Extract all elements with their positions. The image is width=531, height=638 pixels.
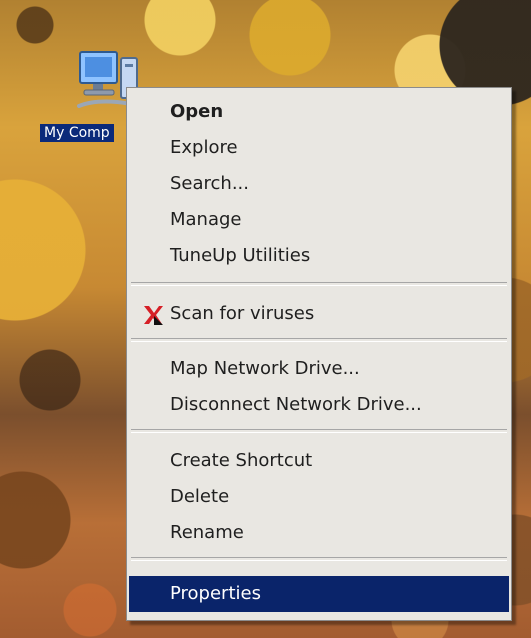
menu-item-open[interactable]: Open (129, 94, 509, 130)
menu-separator (131, 557, 507, 561)
menu-item-search[interactable]: Search... (129, 166, 509, 202)
menu-item-scan-for-viruses[interactable]: Scan for viruses (129, 296, 509, 332)
menu-item-map-network-drive[interactable]: Map Network Drive... (129, 351, 509, 387)
menu-item-delete[interactable]: Delete (129, 479, 509, 515)
menu-item-label: Scan for viruses (170, 303, 315, 324)
menu-item-tuneup-utilities[interactable]: TuneUp Utilities (129, 238, 509, 274)
menu-item-rename[interactable]: Rename (129, 515, 509, 551)
desktop-background: My Comp Open Explore Search... Manage Tu… (0, 0, 531, 638)
menu-item-explore[interactable]: Explore (129, 130, 509, 166)
desktop-icon-label: My Comp (40, 124, 114, 142)
menu-item-disconnect-network-drive[interactable]: Disconnect Network Drive... (129, 387, 509, 423)
menu-separator (131, 282, 507, 286)
menu-separator (131, 429, 507, 433)
my-computer-desktop-shortcut[interactable]: My Comp (32, 40, 141, 144)
kaspersky-icon (144, 306, 163, 325)
menu-item-manage[interactable]: Manage (129, 202, 509, 238)
menu-item-properties[interactable]: Properties (129, 576, 509, 612)
context-menu: Open Explore Search... Manage TuneUp Uti… (126, 87, 512, 621)
menu-separator (131, 338, 507, 342)
menu-item-create-shortcut[interactable]: Create Shortcut (129, 443, 509, 479)
